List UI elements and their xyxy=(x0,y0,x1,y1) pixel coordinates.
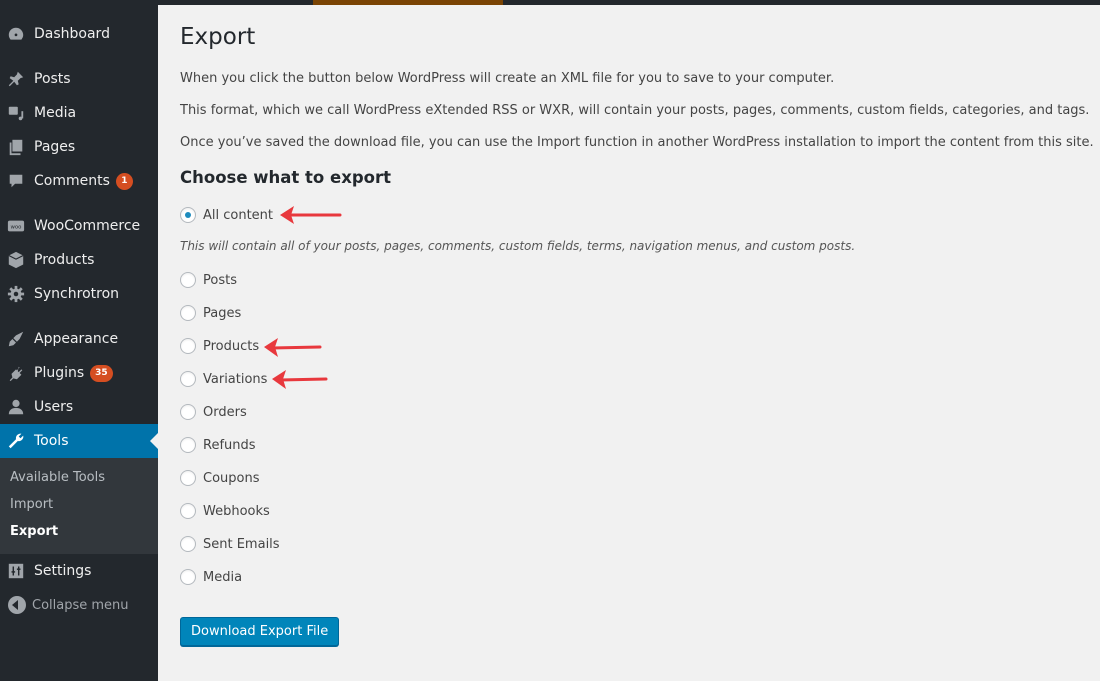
option-pages[interactable]: Pages xyxy=(180,303,241,323)
pin-icon xyxy=(6,69,26,89)
radio-coupons[interactable] xyxy=(180,470,196,486)
sidebar-item-label: Posts xyxy=(34,71,71,87)
option-media[interactable]: Media xyxy=(180,567,242,587)
radio-refunds[interactable] xyxy=(180,437,196,453)
radio-products[interactable] xyxy=(180,338,196,354)
option-orders[interactable]: Orders xyxy=(180,402,247,422)
option-posts[interactable]: Posts xyxy=(180,270,237,290)
sidebar-item-label: Media xyxy=(34,105,77,121)
wrench-icon xyxy=(6,431,26,451)
sidebar-item-label: Pages xyxy=(34,139,76,155)
submenu-import[interactable]: Import xyxy=(10,497,53,512)
radio-orders[interactable] xyxy=(180,404,196,420)
collapse-menu-button[interactable]: Collapse menu xyxy=(0,594,158,616)
sidebar-item-label: Tools xyxy=(34,433,69,449)
sidebar-item-media[interactable]: Media xyxy=(0,96,158,130)
sidebar-item-label: Plugins xyxy=(34,365,85,381)
sidebar-item-dashboard[interactable]: Dashboard xyxy=(0,17,158,51)
settings-icon xyxy=(6,561,26,581)
option-label: Posts xyxy=(203,272,237,288)
collapse-menu-label: Collapse menu xyxy=(32,597,129,613)
page-title: Export xyxy=(180,24,256,50)
dashboard-icon xyxy=(6,24,26,44)
woo-icon: woo xyxy=(6,216,26,236)
section-title: Choose what to export xyxy=(180,168,392,187)
sidebar-item-label: Users xyxy=(34,399,74,415)
sidebar-item-label: WooCommerce xyxy=(34,218,141,234)
sidebar-item-label: Products xyxy=(34,252,95,268)
sidebar-item-settings[interactable]: Settings xyxy=(0,554,158,588)
radio-variations[interactable] xyxy=(180,371,196,387)
sidebar-item-label: Comments xyxy=(34,173,110,189)
pages-icon xyxy=(6,137,26,157)
brush-icon xyxy=(6,329,26,349)
option-label: Products xyxy=(203,338,260,354)
sidebar-item-pages[interactable]: Pages xyxy=(0,130,158,164)
admin-sidebar: Dashboard Posts Media Pages Comments 1 w… xyxy=(0,0,158,681)
plug-icon xyxy=(6,363,26,383)
option-label: Webhooks xyxy=(203,503,270,519)
sidebar-item-label: Synchrotron xyxy=(34,286,120,302)
intro-paragraph-3: Once you’ve saved the download file, you… xyxy=(180,135,1094,150)
radio-pages[interactable] xyxy=(180,305,196,321)
option-webhooks[interactable]: Webhooks xyxy=(180,501,270,521)
option-label: Sent Emails xyxy=(203,536,280,552)
sidebar-item-tools[interactable]: Tools xyxy=(0,424,158,458)
box-icon xyxy=(6,250,26,270)
sidebar-item-label: Appearance xyxy=(34,331,119,347)
sidebar-item-woocommerce[interactable]: woo WooCommerce xyxy=(0,209,158,243)
annotation-arrow-variations xyxy=(272,370,328,389)
sidebar-item-products[interactable]: Products xyxy=(0,243,158,277)
collapse-arrow-icon xyxy=(8,596,26,614)
user-icon xyxy=(6,397,26,417)
submenu-available-tools[interactable]: Available Tools xyxy=(10,470,105,485)
option-label: All content xyxy=(203,207,274,223)
submenu-export[interactable]: Export xyxy=(10,524,58,539)
intro-paragraph-2: This format, which we call WordPress eXt… xyxy=(180,103,1090,118)
all-content-description: This will contain all of your posts, pag… xyxy=(180,239,856,253)
media-icon xyxy=(6,103,26,123)
annotation-arrow-all-content xyxy=(280,206,342,224)
sidebar-item-label: Dashboard xyxy=(34,26,110,42)
option-variations[interactable]: Variations xyxy=(180,369,267,389)
option-refunds[interactable]: Refunds xyxy=(180,435,256,455)
svg-text:woo: woo xyxy=(11,224,22,230)
tools-submenu: Available Tools Import Export xyxy=(0,458,158,554)
admin-top-bar xyxy=(158,0,1100,5)
option-sent-emails[interactable]: Sent Emails xyxy=(180,534,280,554)
sidebar-item-users[interactable]: Users xyxy=(0,390,158,424)
radio-posts[interactable] xyxy=(180,272,196,288)
option-label: Media xyxy=(203,569,243,585)
annotation-arrow-products xyxy=(264,338,322,357)
comments-count-badge: 1 xyxy=(115,172,133,190)
option-coupons[interactable]: Coupons xyxy=(180,468,260,488)
option-label: Variations xyxy=(203,371,268,387)
comment-icon xyxy=(6,171,26,191)
sidebar-item-plugins[interactable]: Plugins 35 xyxy=(0,356,158,390)
plugins-update-badge: 35 xyxy=(90,364,113,382)
radio-media[interactable] xyxy=(180,569,196,585)
sidebar-item-comments[interactable]: Comments 1 xyxy=(0,164,158,198)
radio-sent-emails[interactable] xyxy=(180,536,196,552)
radio-all-content[interactable] xyxy=(180,207,196,223)
option-all-content[interactable]: All content xyxy=(180,205,273,225)
option-label: Pages xyxy=(203,305,242,321)
option-products[interactable]: Products xyxy=(180,336,259,356)
download-export-file-button[interactable]: Download Export File xyxy=(180,617,340,646)
top-bar-highlight xyxy=(313,0,503,5)
option-label: Refunds xyxy=(203,437,256,453)
option-label: Coupons xyxy=(203,470,260,486)
option-label: Orders xyxy=(203,404,247,420)
sidebar-item-synchrotron[interactable]: Synchrotron xyxy=(0,277,158,311)
radio-webhooks[interactable] xyxy=(180,503,196,519)
gear-icon xyxy=(6,284,26,304)
intro-paragraph-1: When you click the button below WordPres… xyxy=(180,71,835,86)
sidebar-item-appearance[interactable]: Appearance xyxy=(0,322,158,356)
sidebar-item-label: Settings xyxy=(34,563,92,579)
sidebar-item-posts[interactable]: Posts xyxy=(0,62,158,96)
